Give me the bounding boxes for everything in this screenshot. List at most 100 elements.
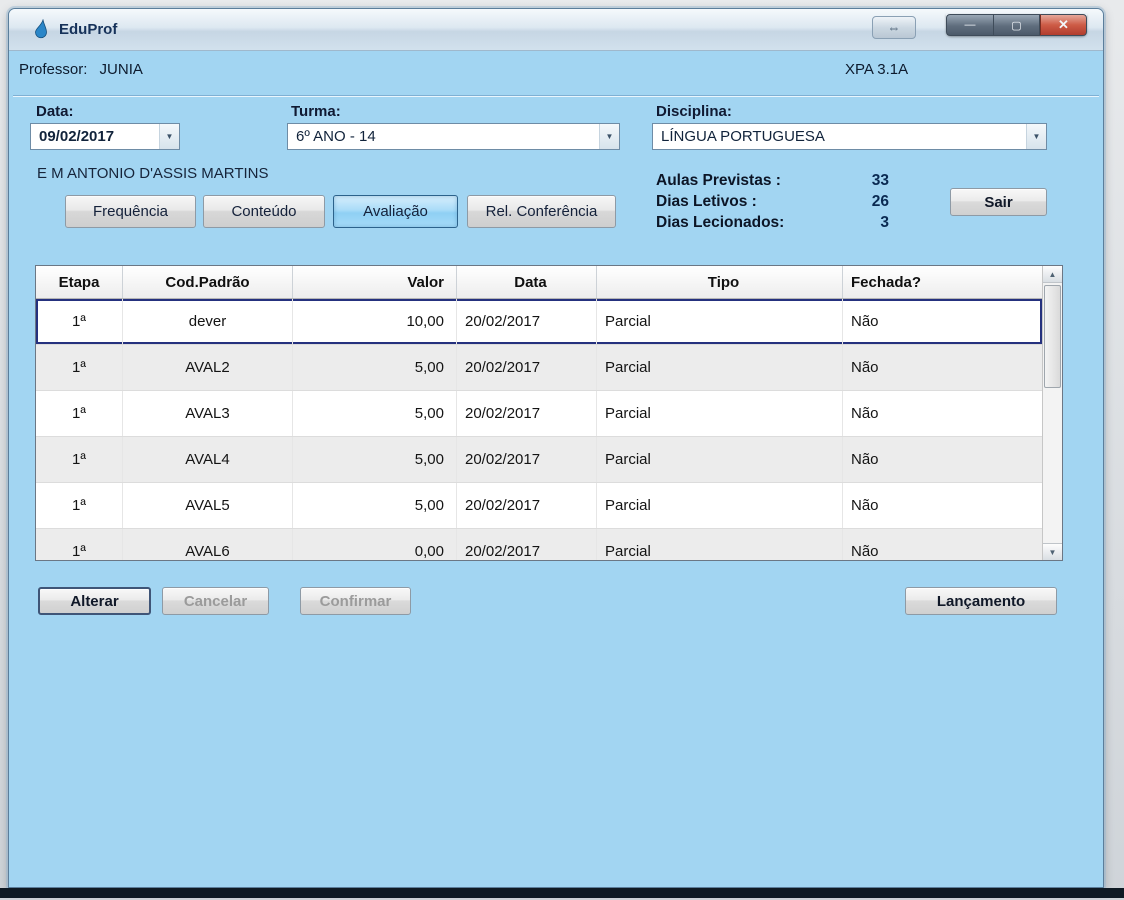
cell-valor: 5,00 [293, 391, 457, 436]
stat-label: Dias Lecionados: [656, 214, 784, 235]
lancamento-button[interactable]: Lançamento [905, 587, 1057, 615]
tab-avaliacao[interactable]: Avaliação [333, 195, 458, 228]
cell-valor: 5,00 [293, 437, 457, 482]
stat-aulas-previstas: Aulas Previstas : 33 [656, 172, 889, 193]
cell-valor: 10,00 [293, 299, 457, 344]
tab-conteudo[interactable]: Conteúdo [203, 195, 325, 228]
sair-button-label: Sair [984, 194, 1012, 211]
chevron-down-icon[interactable]: ▼ [599, 124, 619, 149]
cell-valor: 5,00 [293, 345, 457, 390]
cell-data: 20/02/2017 [457, 529, 597, 560]
cell-cod-padrao: AVAL5 [123, 483, 293, 528]
cell-tipo: Parcial [597, 345, 843, 390]
chevron-down-icon[interactable]: ▼ [1026, 124, 1046, 149]
turma-value: 6º ANO - 14 [288, 124, 599, 149]
professor-row: Professor: JUNIA XPA 3.1A [19, 61, 1093, 87]
cell-tipo: Parcial [597, 391, 843, 436]
tab-frequencia-label: Frequência [93, 203, 168, 220]
scrollbar-thumb[interactable] [1044, 285, 1061, 388]
data-dropdown[interactable]: 09/02/2017 ▼ [30, 123, 180, 150]
cell-cod-padrao: AVAL2 [123, 345, 293, 390]
window-content: Professor: JUNIA XPA 3.1A Data: Turma: D… [9, 51, 1103, 887]
cell-fechada: Não [843, 391, 1042, 436]
table-row[interactable]: 1ª dever 10,00 20/02/2017 Parcial Não [36, 299, 1042, 345]
cell-etapa: 1ª [36, 299, 123, 344]
column-header-data: Data [457, 266, 597, 298]
scroll-up-button[interactable]: ▲ [1043, 266, 1062, 283]
stat-value: 3 [849, 214, 889, 235]
cell-cod-padrao: dever [123, 299, 293, 344]
cell-data: 20/02/2017 [457, 299, 597, 344]
table-row[interactable]: 1ª AVAL6 0,00 20/02/2017 Parcial Não [36, 529, 1042, 560]
minimize-button[interactable]: — [946, 14, 993, 36]
cell-data: 20/02/2017 [457, 391, 597, 436]
app-droplet-icon [31, 19, 51, 39]
column-header-etapa: Etapa [36, 266, 123, 298]
chevron-down-icon[interactable]: ▼ [159, 124, 179, 149]
table-row[interactable]: 1ª AVAL5 5,00 20/02/2017 Parcial Não [36, 483, 1042, 529]
tab-conteudo-label: Conteúdo [231, 203, 296, 220]
maximize-icon: ▢ [1011, 19, 1021, 32]
cell-tipo: Parcial [597, 299, 843, 344]
column-header-cod-padrao: Cod.Padrão [123, 266, 293, 298]
lancamento-button-label: Lançamento [937, 593, 1025, 610]
scroll-up-icon: ▲ [1049, 270, 1057, 279]
bottom-edge-bar [0, 888, 1124, 898]
close-button[interactable]: ✕ [1040, 14, 1087, 36]
cell-data: 20/02/2017 [457, 483, 597, 528]
tab-rel-conferencia[interactable]: Rel. Conferência [467, 195, 616, 228]
cell-etapa: 1ª [36, 391, 123, 436]
cell-tipo: Parcial [597, 483, 843, 528]
professor-name: JUNIA [100, 61, 143, 78]
cell-fechada: Não [843, 299, 1042, 344]
turma-dropdown[interactable]: 6º ANO - 14 ▼ [287, 123, 620, 150]
tab-frequencia[interactable]: Frequência [65, 195, 196, 228]
resize-arrows-icon: ⇔ [888, 20, 901, 35]
table-body: 1ª dever 10,00 20/02/2017 Parcial Não 1ª… [36, 299, 1042, 560]
school-name: E M ANTONIO D'ASSIS MARTINS [37, 165, 269, 182]
stat-value: 26 [849, 193, 889, 214]
avaliacoes-table: Etapa Cod.Padrão Valor Data Tipo Fechada… [35, 265, 1063, 561]
scroll-down-icon: ▼ [1049, 548, 1057, 557]
cell-fechada: Não [843, 437, 1042, 482]
sair-button[interactable]: Sair [950, 188, 1047, 216]
cell-fechada: Não [843, 483, 1042, 528]
alterar-button-label: Alterar [70, 593, 118, 610]
resize-arrows-button[interactable]: ⇔ [872, 16, 916, 39]
column-header-valor: Valor [293, 266, 457, 298]
confirmar-button-label: Confirmar [320, 593, 392, 610]
cell-fechada: Não [843, 345, 1042, 390]
cell-cod-padrao: AVAL3 [123, 391, 293, 436]
window-controls: — ▢ ✕ [946, 14, 1087, 36]
window-title: EduProf [59, 21, 117, 38]
version-label: XPA 3.1A [845, 61, 908, 78]
table-row[interactable]: 1ª AVAL4 5,00 20/02/2017 Parcial Não [36, 437, 1042, 483]
stat-label: Aulas Previstas : [656, 172, 781, 193]
stat-value: 33 [849, 172, 889, 193]
disciplina-value: LÍNGUA PORTUGUESA [653, 124, 1026, 149]
stat-label: Dias Letivos : [656, 193, 757, 214]
alterar-button[interactable]: Alterar [38, 587, 151, 615]
titlebar[interactable]: EduProf ⇔ — ▢ ✕ [9, 9, 1103, 51]
disciplina-dropdown[interactable]: LÍNGUA PORTUGUESA ▼ [652, 123, 1047, 150]
column-header-tipo: Tipo [597, 266, 843, 298]
scroll-down-button[interactable]: ▼ [1043, 543, 1062, 560]
column-header-fechada: Fechada? [843, 266, 1042, 298]
cell-etapa: 1ª [36, 437, 123, 482]
cell-tipo: Parcial [597, 529, 843, 560]
cell-valor: 5,00 [293, 483, 457, 528]
data-value: 09/02/2017 [31, 124, 159, 149]
table-row[interactable]: 1ª AVAL3 5,00 20/02/2017 Parcial Não [36, 391, 1042, 437]
turma-label: Turma: [291, 103, 341, 120]
table-header: Etapa Cod.Padrão Valor Data Tipo Fechada… [36, 266, 1062, 299]
professor-label: Professor: [19, 61, 87, 78]
maximize-button[interactable]: ▢ [993, 14, 1040, 36]
cell-data: 20/02/2017 [457, 437, 597, 482]
disciplina-label: Disciplina: [656, 103, 732, 120]
header-divider [13, 95, 1099, 97]
table-row[interactable]: 1ª AVAL2 5,00 20/02/2017 Parcial Não [36, 345, 1042, 391]
cancelar-button-label: Cancelar [184, 593, 247, 610]
vertical-scrollbar[interactable]: ▲ ▼ [1042, 266, 1062, 560]
cell-etapa: 1ª [36, 345, 123, 390]
cell-data: 20/02/2017 [457, 345, 597, 390]
